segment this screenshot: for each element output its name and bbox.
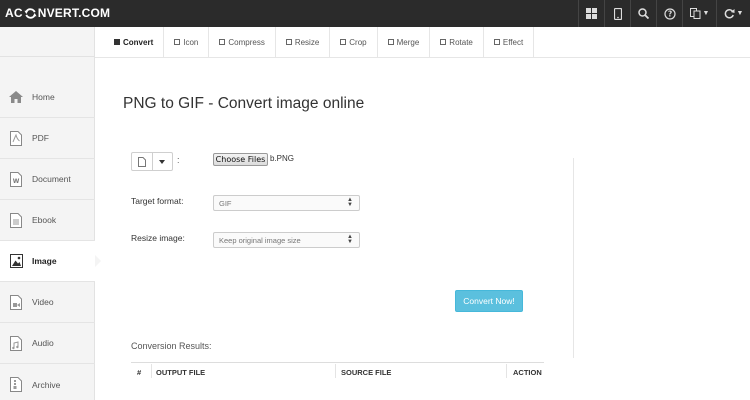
column-header-output-file: OUTPUT FILE <box>156 368 206 377</box>
svg-text:W: W <box>13 178 20 185</box>
sidebar-item-video[interactable]: Video <box>0 282 95 323</box>
column-divider <box>151 364 152 378</box>
target-format-label: Target format: <box>131 196 184 206</box>
resize-image-select[interactable]: Keep original image size ▲ ▼ <box>213 232 360 248</box>
checkbox-icon <box>440 39 447 45</box>
tab-label: Icon <box>183 37 199 47</box>
tab-label: Effect <box>502 37 524 47</box>
file-label-colon: : <box>177 155 180 165</box>
audio-icon <box>0 335 32 351</box>
target-format-select[interactable]: GIF ▲ ▼ <box>213 195 360 211</box>
sidebar-item-label: Video <box>32 297 54 307</box>
tab-label: Convert <box>123 37 154 47</box>
tab-merge[interactable]: Merge <box>378 27 431 57</box>
page-title: PNG to GIF - Convert image online <box>123 95 365 112</box>
tab-label: Resize <box>294 37 320 47</box>
chevron-down-icon: ▼ <box>702 10 710 17</box>
svg-text:?: ? <box>667 9 671 18</box>
sidebar-header <box>0 27 94 57</box>
resize-image-label: Resize image: <box>131 233 185 243</box>
sidebar: Home PDF W Document Ebook Image Video Au… <box>0 27 101 400</box>
checkbox-icon <box>285 39 292 45</box>
refresh-icon[interactable]: ▼ <box>716 0 750 27</box>
panel-divider <box>573 158 574 358</box>
image-icon <box>0 254 32 268</box>
logo-text-left: AC <box>5 6 23 20</box>
sidebar-item-image[interactable]: Image <box>0 241 101 282</box>
file-icon <box>132 153 152 170</box>
mobile-icon[interactable] <box>604 0 630 27</box>
site-logo[interactable]: AC NVERT.COM <box>5 4 110 22</box>
checkbox-icon <box>387 39 394 45</box>
tab-label: Rotate <box>449 37 473 47</box>
tab-icon[interactable]: Icon <box>164 27 210 57</box>
pdf-icon <box>0 130 32 146</box>
tab-convert[interactable]: Convert <box>104 27 165 57</box>
sidebar-item-label: Document <box>32 174 71 184</box>
selected-file-name: b.PNG <box>270 154 295 163</box>
sidebar-item-label: Audio <box>32 338 54 348</box>
tabs-divider <box>95 57 750 58</box>
checkbox-icon <box>340 39 347 45</box>
archive-icon <box>0 377 32 392</box>
document-icon: W <box>0 171 32 187</box>
file-source-dropdown[interactable] <box>131 152 173 171</box>
tab-effect[interactable]: Effect <box>484 27 535 57</box>
sidebar-item-label: Home <box>32 92 55 102</box>
choose-files-button[interactable]: Choose Files <box>213 153 268 166</box>
column-header-action: ACTION <box>513 368 542 377</box>
conversion-results-label: Conversion Results: <box>131 341 212 351</box>
column-header-source-file: SOURCE FILE <box>341 368 392 377</box>
tab-compress[interactable]: Compress <box>209 27 276 57</box>
column-header-number: # <box>137 368 142 377</box>
home-icon <box>0 91 32 103</box>
select-arrows-icon: ▲ ▼ <box>347 197 353 208</box>
grid-icon[interactable] <box>578 0 604 27</box>
tab-label: Crop <box>349 37 367 47</box>
video-icon <box>0 294 32 310</box>
caret-down-icon[interactable] <box>151 153 173 170</box>
language-icon[interactable]: ▼ <box>682 0 716 27</box>
tab-label: Compress <box>228 37 265 47</box>
checkbox-icon <box>174 39 181 45</box>
select-arrows-icon: ▲ ▼ <box>347 234 353 245</box>
chevron-down-icon: ▼ <box>736 10 744 17</box>
sidebar-item-audio[interactable]: Audio <box>0 323 95 364</box>
sidebar-item-pdf[interactable]: PDF <box>0 118 95 159</box>
sidebar-item-label: Ebook <box>32 215 57 225</box>
target-format-value: GIF <box>219 198 232 208</box>
checkbox-icon <box>493 39 500 45</box>
top-bar: AC NVERT.COM ? ▼ ▼ <box>0 0 750 27</box>
sidebar-item-document[interactable]: W Document <box>0 159 95 200</box>
results-table-top-border <box>131 362 544 363</box>
column-divider <box>506 364 507 378</box>
ebook-icon <box>0 212 32 228</box>
resize-image-value: Keep original image size <box>219 235 301 245</box>
sidebar-item-label: Image <box>32 256 57 266</box>
tab-rotate[interactable]: Rotate <box>430 27 484 57</box>
top-toolbar: ? ▼ ▼ <box>578 0 750 27</box>
search-icon[interactable] <box>630 0 656 27</box>
convert-logo-icon <box>24 7 37 19</box>
sidebar-item-home[interactable]: Home <box>0 77 95 118</box>
column-divider <box>335 364 336 378</box>
sidebar-item-label: PDF <box>32 133 49 143</box>
sidebar-item-label: Archive <box>32 379 61 390</box>
sidebar-item-ebook[interactable]: Ebook <box>0 200 95 241</box>
checkbox-icon <box>114 39 120 45</box>
convert-now-button[interactable]: Convert Now! <box>455 290 523 312</box>
sidebar-item-archive[interactable]: Archive <box>0 364 95 400</box>
help-icon[interactable]: ? <box>656 0 682 27</box>
logo-text-right: NVERT.COM <box>37 6 111 20</box>
tab-label: Merge <box>396 37 420 47</box>
tab-crop[interactable]: Crop <box>330 27 378 57</box>
tool-tabs: Convert Icon Compress Resize Crop Merge … <box>95 27 535 57</box>
tab-resize[interactable]: Resize <box>276 27 331 57</box>
checkbox-icon <box>219 39 226 45</box>
